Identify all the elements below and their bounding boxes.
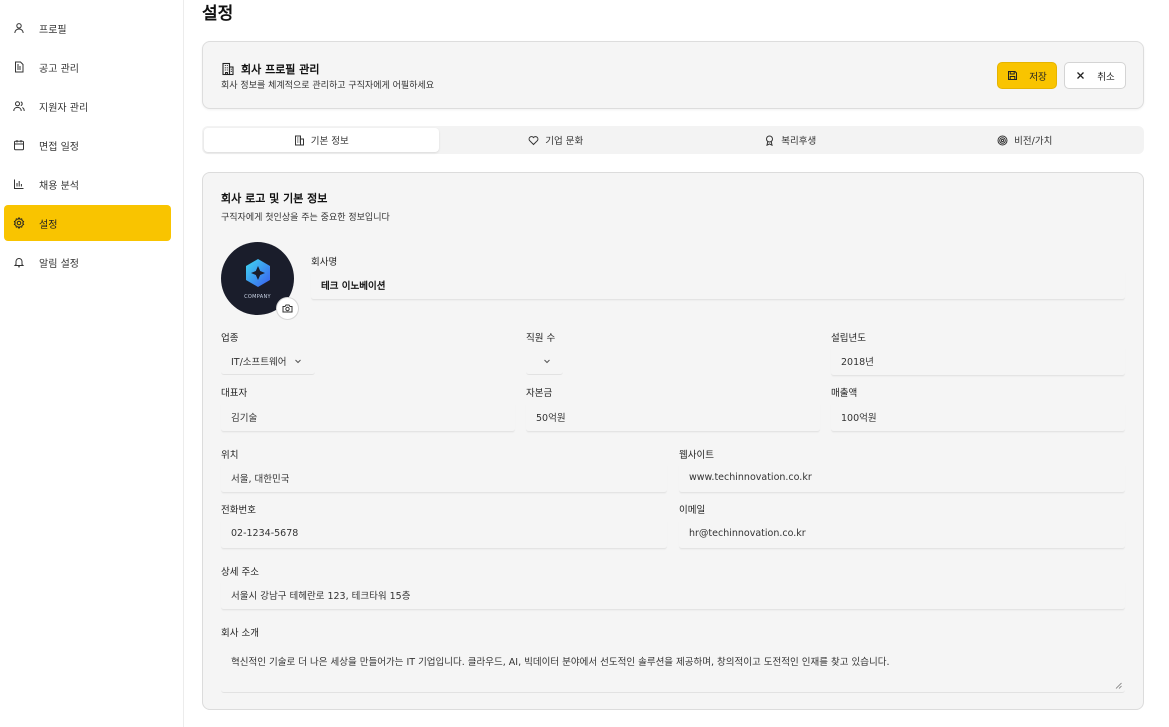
card-title: 회사 로고 및 기본 정보 xyxy=(221,192,328,205)
logo-mark-icon xyxy=(245,259,270,287)
user-icon xyxy=(13,22,25,34)
company-name-label: 회사명 xyxy=(311,257,338,268)
heart-icon xyxy=(528,135,539,145)
award-icon xyxy=(766,135,774,146)
target-icon xyxy=(997,135,1008,145)
tab-company-culture[interactable]: 기업 문화 xyxy=(439,128,674,152)
building-icon xyxy=(222,62,234,76)
tab-vision-values[interactable]: 비전/가치 xyxy=(908,128,1143,152)
save-button-label: 저장 xyxy=(1029,71,1047,83)
users-icon xyxy=(13,100,25,112)
sidebar-item-label: 프로필 xyxy=(39,24,67,36)
founded-field[interactable]: 2018년 xyxy=(831,346,1125,376)
gear-icon xyxy=(13,217,25,229)
industry-select[interactable]: IT/소프트웨어 xyxy=(221,347,315,375)
sidebar: 프로필 공고 관리 지원자 관리 면접 일정 채용 분석 설정 알림 설정 xyxy=(0,0,184,727)
sidebar-item-applicants[interactable]: 지원자 관리 xyxy=(4,88,171,124)
ceo-field[interactable]: 김기술 xyxy=(221,402,515,432)
main-content: 설정 회사 프로필 관리 회사 정보를 체계적으로 관리하고 구직자에게 어필하… xyxy=(184,0,1169,727)
intro-textarea[interactable]: 혁신적인 기술로 더 나은 세상을 만들어가는 IT 기업입니다. 클라우드, … xyxy=(221,645,1125,693)
save-icon xyxy=(1008,71,1018,80)
sidebar-item-settings[interactable]: 설정 xyxy=(4,205,171,241)
revenue-field[interactable]: 100억원 xyxy=(831,402,1125,432)
basic-info-card: 회사 로고 및 기본 정보 구직자에게 첫인상을 주는 중요한 정보입니다 CO… xyxy=(202,172,1144,710)
close-icon xyxy=(1077,72,1085,79)
location-field[interactable]: 서울, 대한민국 xyxy=(221,463,667,493)
industry-label: 업종 xyxy=(221,333,239,344)
tab-label: 기업 문화 xyxy=(545,136,584,147)
bar-chart-icon xyxy=(13,178,25,190)
sidebar-item-label: 공고 관리 xyxy=(39,63,79,75)
upload-logo-button[interactable] xyxy=(276,297,299,320)
card-subtitle: 구직자에게 첫인상을 주는 중요한 정보입니다 xyxy=(221,213,390,223)
cancel-button-label: 취소 xyxy=(1097,71,1115,83)
phone-label: 전화번호 xyxy=(221,505,256,516)
website-field[interactable]: www.techinnovation.co.kr xyxy=(679,463,1125,493)
sidebar-item-job-postings[interactable]: 공고 관리 xyxy=(4,49,171,85)
sidebar-item-interviews[interactable]: 면접 일정 xyxy=(4,127,171,163)
website-label: 웹사이트 xyxy=(679,450,714,461)
phone-field[interactable]: 02-1234-5678 xyxy=(221,519,667,549)
header-title-text: 회사 프로필 관리 xyxy=(241,63,320,76)
cancel-button[interactable]: 취소 xyxy=(1064,62,1126,89)
industry-value: IT/소프트웨어 xyxy=(231,356,287,368)
tab-label: 복리후생 xyxy=(781,136,817,147)
company-name-field[interactable]: 테크 이노베이션 xyxy=(311,270,1125,300)
intro-text: 혁신적인 기술로 더 나은 세상을 만들어가는 IT 기업입니다. 클라우드, … xyxy=(231,657,890,668)
email-label: 이메일 xyxy=(679,505,706,516)
header-subtitle: 회사 정보를 체계적으로 관리하고 구직자에게 어필하세요 xyxy=(221,81,435,91)
tab-label: 기본 정보 xyxy=(310,136,349,147)
page-title: 설정 xyxy=(202,4,234,24)
company-profile-header: 회사 프로필 관리 회사 정보를 체계적으로 관리하고 구직자에게 어필하세요 … xyxy=(202,41,1144,109)
tab-benefits[interactable]: 복리후생 xyxy=(673,128,908,152)
bell-icon xyxy=(13,256,25,268)
sidebar-item-profile[interactable]: 프로필 xyxy=(4,10,171,46)
capital-label: 자본금 xyxy=(526,388,553,399)
sidebar-item-label: 설정 xyxy=(39,219,58,231)
resize-handle-icon[interactable] xyxy=(1115,682,1122,689)
sidebar-item-label: 채용 분석 xyxy=(39,180,79,192)
profile-tabs: 기본 정보 기업 문화 복리후생 비전/가치 xyxy=(202,126,1144,154)
save-button[interactable]: 저장 xyxy=(997,62,1057,89)
capital-field[interactable]: 50억원 xyxy=(526,402,820,432)
header-title: 회사 프로필 관리 xyxy=(221,61,320,77)
revenue-label: 매출액 xyxy=(831,388,858,399)
company-logo[interactable]: COMPANY xyxy=(221,242,299,320)
tab-label: 비전/가치 xyxy=(1014,136,1053,147)
sidebar-item-label: 면접 일정 xyxy=(39,141,79,153)
sidebar-item-label: 지원자 관리 xyxy=(39,102,89,114)
address-field[interactable]: 서울시 강남구 테헤란로 123, 테크타워 15층 xyxy=(221,580,1125,610)
camera-icon xyxy=(282,304,293,313)
chevron-down-icon xyxy=(544,359,550,363)
employees-select[interactable] xyxy=(526,347,563,375)
email-field[interactable]: hr@techinnovation.co.kr xyxy=(679,519,1125,549)
sidebar-item-label: 알림 설정 xyxy=(39,258,79,270)
chevron-down-icon xyxy=(294,359,301,363)
sidebar-item-analytics[interactable]: 채용 분석 xyxy=(4,166,171,202)
founded-label: 설립년도 xyxy=(831,333,866,344)
ceo-label: 대표자 xyxy=(221,388,248,399)
calendar-icon xyxy=(13,139,25,151)
intro-label: 회사 소개 xyxy=(221,628,259,639)
logo-text: COMPANY xyxy=(244,294,271,300)
employees-label: 직원 수 xyxy=(526,333,556,344)
address-label: 상세 주소 xyxy=(221,567,259,578)
sidebar-item-notifications[interactable]: 알림 설정 xyxy=(4,244,171,280)
document-icon xyxy=(13,61,25,73)
building-icon xyxy=(294,135,304,145)
location-label: 위치 xyxy=(221,450,239,461)
tab-basic-info[interactable]: 기본 정보 xyxy=(204,128,439,152)
